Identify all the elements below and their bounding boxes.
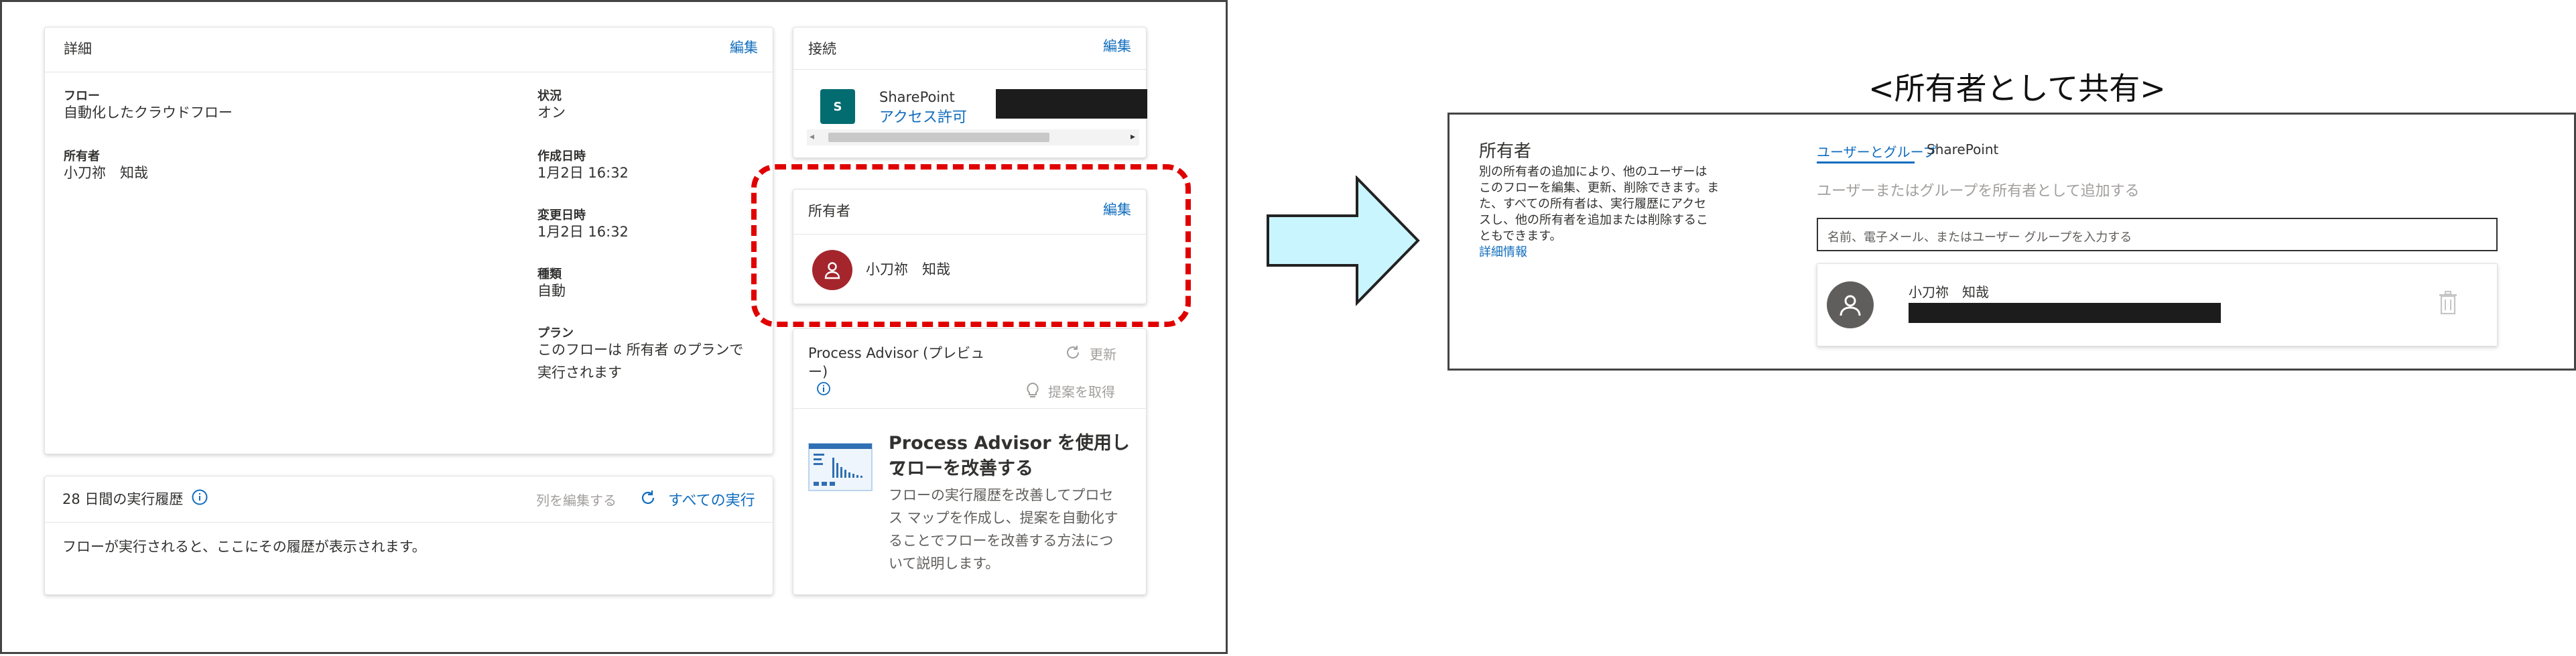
process-map-illustration	[808, 443, 873, 491]
connections-edit-link[interactable]: 編集	[1103, 36, 1131, 56]
process-advisor-card: Process Advisor (プレビュ ー) 更新 提案を取得 Proces…	[793, 328, 1147, 595]
promo-body-line4: いて説明します。	[889, 555, 1000, 572]
owner-panel-desc-3: た、すべての所有者は、実行履歴にアクセ	[1479, 197, 1707, 211]
sharepoint-name: SharePoint	[879, 89, 955, 105]
details-title: 詳細	[64, 41, 92, 57]
process-advisor-title-line2: ー)	[808, 364, 828, 380]
owner-panel-desc-4: スし、他の所有者を追加または削除するこ	[1479, 213, 1708, 227]
owner-share-panel: 所有者 別の所有者の追加により、他のユーザーは このフローを編集、更新、削除でき…	[1447, 113, 2576, 371]
connections-card: 接続 編集 S SharePoint アクセス許可 ◂ ▸	[793, 27, 1147, 158]
flow-value: 自動化したクラウドフロー	[64, 105, 233, 121]
owner-highlight-box	[751, 164, 1191, 327]
history-empty-text: フローが実行されると、ここにその履歴が表示されます。	[62, 539, 426, 555]
tab-users-groups[interactable]: ユーザーとグループ	[1817, 141, 1936, 161]
refresh-icon[interactable]	[1064, 344, 1082, 361]
sharepoint-icon: S	[820, 89, 855, 124]
trash-icon[interactable]	[2438, 291, 2458, 315]
access-permission-link[interactable]: アクセス許可	[879, 105, 967, 127]
owner-panel-desc-1: 別の所有者の追加により、他のユーザーは	[1479, 165, 1708, 179]
all-runs-link[interactable]: すべての実行	[668, 488, 755, 510]
refresh-icon[interactable]	[639, 488, 657, 507]
scroll-right-icon[interactable]: ▸	[1131, 131, 1135, 142]
process-advisor-title-line1: Process Advisor (プレビュ	[808, 345, 985, 361]
status-value: オン	[537, 105, 566, 121]
owner-search-placeholder: 名前、電子メール、またはユーザー グループを入力する	[1827, 231, 2132, 245]
scroll-left-icon[interactable]: ◂	[810, 131, 814, 142]
history-divider	[45, 522, 773, 523]
connections-divider	[793, 69, 1146, 70]
owner-panel-desc-5: ともできます。	[1479, 229, 1562, 243]
lightbulb-icon	[1027, 382, 1039, 398]
active-tab-underline	[1817, 161, 1915, 163]
share-as-owner-caption: <所有者として共有>	[1868, 70, 2166, 107]
redacted-account	[996, 89, 1147, 119]
horizontal-scrollbar[interactable]: ◂ ▸	[807, 129, 1139, 145]
promo-body-line2: ス マップを作成し、提案を自動化す	[889, 510, 1118, 526]
plan-value-line1: このフローは 所有者 のプランで	[537, 342, 744, 358]
run-history-title: 28 日間の実行履歴	[62, 491, 184, 507]
plan-value-line2: 実行されます	[537, 365, 622, 381]
person-icon	[1840, 295, 1861, 316]
promo-body-line3: ることでフローを改善する方法につ	[889, 533, 1114, 549]
owner-list-item: 小刀祢 知哉	[1817, 263, 2498, 346]
scrollbar-thumb[interactable]	[828, 133, 1049, 142]
owner-panel-title: 所有者	[1479, 141, 1532, 161]
owner-search-input[interactable]: 名前、電子メール、またはユーザー グループを入力する	[1817, 218, 2498, 251]
redacted-email	[1909, 303, 2221, 323]
more-info-link[interactable]: 詳細情報	[1479, 245, 1527, 261]
created-value: 1月2日 16:32	[537, 165, 629, 181]
add-owner-hint: ユーザーまたはグループを所有者として追加する	[1817, 183, 2140, 200]
owner-panel-desc-2: このフローを編集、更新、削除できます。ま	[1479, 181, 1720, 195]
promo-title-line2: フローを改善する	[889, 458, 1033, 479]
details-card: 詳細 編集 フロー 自動化したクラウドフロー 所有者 小刀祢 知哉 状況 オン …	[44, 27, 773, 454]
refresh-button[interactable]: 更新	[1090, 344, 1116, 363]
modified-value: 1月2日 16:32	[537, 224, 629, 240]
connections-title: 接続	[808, 41, 836, 57]
owner-value: 小刀祢 知哉	[64, 165, 148, 181]
type-value: 自動	[537, 283, 566, 299]
details-edit-link[interactable]: 編集	[730, 37, 758, 57]
owner-list-name: 小刀祢 知哉	[1909, 284, 1989, 300]
info-icon[interactable]	[816, 381, 831, 396]
edit-columns-button[interactable]: 列を編集する	[536, 490, 617, 509]
right-arrow-icon	[1267, 176, 1420, 306]
get-suggestions-button[interactable]: 提案を取得	[1048, 381, 1115, 401]
process-advisor-divider	[793, 408, 1146, 409]
tab-sharepoint[interactable]: SharePoint	[1927, 141, 1998, 157]
info-icon[interactable]	[191, 488, 208, 506]
run-history-card: 28 日間の実行履歴 列を編集する すべての実行 フローが実行されると、ここにそ…	[44, 476, 773, 595]
promo-body-line1: フローの実行履歴を改善してプロセ	[889, 487, 1114, 503]
user-avatar	[1827, 281, 1874, 328]
